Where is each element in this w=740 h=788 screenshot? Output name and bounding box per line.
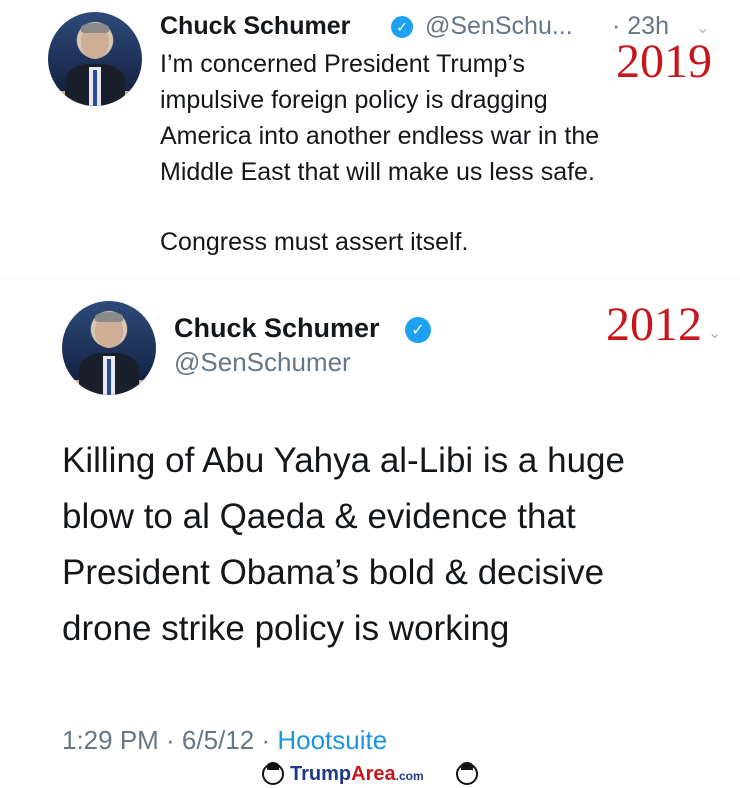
tweet-text-line: drone strike policy is working bbox=[62, 609, 510, 648]
tweet-source-link[interactable]: Hootsuite bbox=[277, 725, 387, 755]
year-overlay: 2019 bbox=[616, 35, 712, 88]
verified-badge-icon: ✓ bbox=[391, 16, 413, 38]
avatar[interactable] bbox=[48, 12, 142, 106]
author-handle[interactable]: @SenSchu... bbox=[425, 12, 573, 41]
logo-part: Trump bbox=[290, 763, 352, 785]
logo-part: Area bbox=[351, 763, 396, 785]
tweet-text-line: impulsive foreign policy is dragging bbox=[160, 86, 548, 114]
face-icon bbox=[456, 762, 478, 785]
tweet-text-line: America into another endless war in the bbox=[160, 122, 600, 150]
avatar[interactable] bbox=[62, 301, 156, 395]
author-name[interactable]: Chuck Schumer bbox=[160, 12, 350, 41]
logo-part: .com bbox=[395, 769, 424, 783]
tweet-meta: 1:29 PM · 6/5/12 · Hootsuite bbox=[62, 725, 387, 756]
chevron-down-icon[interactable]: ⌄ bbox=[708, 323, 721, 343]
tweet-bottom: Chuck Schumer ✓ @SenSchumer 2012 ⌄ Killi… bbox=[0, 278, 740, 761]
tweet-text-line: Killing of Abu Yahya al-Libi is a huge bbox=[62, 441, 625, 480]
tweet-text-line: blow to al Qaeda & evidence that bbox=[62, 497, 576, 536]
tweet-text-line: President Obama’s bold & decisive bbox=[62, 553, 605, 592]
site-logo: TrumpArea.com bbox=[290, 763, 424, 786]
tweet-text-line: Congress must assert itself. bbox=[160, 228, 469, 256]
tweet-text-line: Middle East that will make us less safe. bbox=[160, 158, 595, 186]
tweet-timestamp[interactable]: 1:29 PM · 6/5/12 · bbox=[62, 725, 277, 755]
year-overlay: 2012 bbox=[606, 298, 702, 351]
author-handle[interactable]: @SenSchumer bbox=[174, 347, 351, 378]
author-name[interactable]: Chuck Schumer bbox=[174, 313, 380, 344]
tweet-top: Chuck Schumer ✓ @SenSchu... · 23h ⌄ 2019… bbox=[0, 0, 740, 278]
verified-badge-icon: ✓ bbox=[405, 317, 431, 343]
tweet-text-line: I’m concerned President Trump’s bbox=[160, 50, 525, 78]
face-icon bbox=[262, 762, 284, 785]
watermark-footer: TrumpArea.com bbox=[0, 760, 740, 788]
